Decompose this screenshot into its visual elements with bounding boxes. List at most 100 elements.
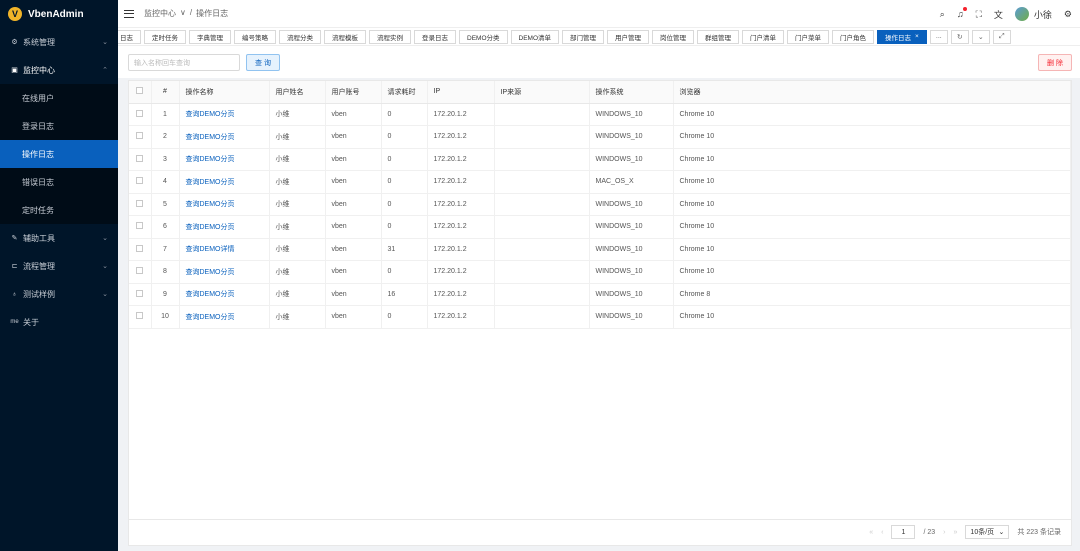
user-dropdown[interactable]: 小徐 <box>1014 7 1052 21</box>
tab-portal-roles[interactable]: 门户角色 <box>832 29 874 44</box>
tab-flow-template[interactable]: 流程模板 <box>324 29 366 44</box>
expand-icon[interactable]: ⤢ <box>992 29 1011 44</box>
tab-login-log[interactable]: 登录日志 <box>414 29 456 44</box>
table-row[interactable]: 6 查询DEMO分页 小维 vben 0 172.20.1.2 WINDOWS_10 Chro… <box>129 215 1071 239</box>
user-name-cell: 小维 <box>269 305 326 329</box>
tab-portal-list[interactable]: 门户清单 <box>742 29 784 44</box>
table-row[interactable]: 3 查询DEMO分页 小维 vben 0 172.20.1.2 WINDOWS_10 Chro… <box>129 148 1071 171</box>
sidebar-item-label: 系统管理 <box>23 37 55 47</box>
row-checkbox[interactable] <box>129 305 152 329</box>
row-checkbox[interactable] <box>129 193 152 216</box>
table-row[interactable]: 5 查询DEMO分页 小维 vben 0 172.20.1.2 WINDOWS_10 Chro… <box>129 193 1071 216</box>
app-logo[interactable]: V VbenAdmin <box>0 0 118 28</box>
row-checkbox[interactable] <box>129 103 152 126</box>
page-size-select[interactable]: 10条/页 ⌄ <box>965 525 1010 539</box>
breadcrumb-item[interactable]: 监控中心 <box>144 8 176 19</box>
user-account-cell: vben <box>325 238 382 261</box>
chevron-down-icon[interactable]: ⌄ <box>971 29 990 44</box>
table-row[interactable]: 4 查询DEMO分页 小维 vben 0 172.20.1.2 MAC_OS_X Chrome… <box>129 170 1071 194</box>
row-checkbox[interactable] <box>129 238 152 261</box>
breadcrumb-current: 操作日志 <box>196 9 229 18</box>
row-checkbox[interactable] <box>129 125 152 149</box>
settings-icon[interactable]: ⚙ <box>1064 9 1072 20</box>
bell-icon[interactable]: ♫ <box>957 7 967 19</box>
tab-positions[interactable]: 岗位管理 <box>652 29 694 44</box>
menu-fold-icon[interactable] <box>124 9 134 18</box>
table-row[interactable]: 8 查询DEMO分页 小维 vben 0 172.20.1.2 WINDOWS_10 Chro… <box>129 260 1071 284</box>
row-checkbox[interactable] <box>129 170 152 194</box>
tab-portal-menu[interactable]: 门户菜单 <box>787 29 829 44</box>
sidebar-item-tools[interactable]: ✎ 辅助工具 ⌄ <box>0 224 118 252</box>
delete-button[interactable]: 删 除 <box>1038 54 1072 71</box>
table-row[interactable]: 2 查询DEMO分页 小维 vben 0 172.20.1.2 WINDOWS_10 Chro… <box>129 125 1071 149</box>
ip-source-cell <box>494 260 590 284</box>
tab-department[interactable]: 部门管理 <box>562 29 604 44</box>
refresh-icon[interactable]: ↻ <box>950 29 969 44</box>
sidebar-item-system[interactable]: ⚙ 系统管理 ⌄ <box>0 28 118 56</box>
tab-users[interactable]: 用户管理 <box>607 29 649 44</box>
tab-demo-category[interactable]: DEMO分类 <box>459 29 508 44</box>
operation-name-cell[interactable]: 查询DEMO分页 <box>179 125 270 149</box>
table-row[interactable]: 9 查询DEMO分页 小维 vben 16 172.20.1.2 WINDOWS_10 Chr… <box>129 283 1071 306</box>
table-row[interactable]: 10 查询DEMO分页 小维 vben 0 172.20.1.2 WINDOWS_10 Chr… <box>129 305 1071 329</box>
operation-name-cell[interactable]: 查询DEMO分页 <box>179 170 270 194</box>
prev-page-icon[interactable]: ‹ <box>881 529 883 536</box>
tab-flow-instance[interactable]: 流程实例 <box>369 29 411 44</box>
tab-more-button[interactable]: ... <box>929 29 948 44</box>
operation-name-cell[interactable]: 查询DEMO分页 <box>179 260 270 284</box>
sidebar-item-flow[interactable]: ⊏ 流程管理 ⌄ <box>0 252 118 280</box>
operating-system-cell: MAC_OS_X <box>589 170 674 194</box>
operation-name-cell[interactable]: 查询DEMO分页 <box>179 193 270 216</box>
sidebar-item-online-users[interactable]: 在线用户 <box>0 84 118 112</box>
tab-demo-list[interactable]: DEMO清单 <box>510 29 559 44</box>
tab-dictionary[interactable]: 字典管理 <box>189 29 231 44</box>
operation-name-cell[interactable]: 查询DEMO详情 <box>179 238 270 261</box>
next-page-icon[interactable]: › <box>943 529 945 536</box>
operation-name-cell[interactable]: 查询DEMO分页 <box>179 215 270 239</box>
request-time-cell: 0 <box>381 125 428 149</box>
table-row[interactable]: 1 查询DEMO分页 小维 vben 0 172.20.1.2 WINDOWS_10 Chro… <box>129 103 1071 126</box>
operation-name-cell[interactable]: 查询DEMO分页 <box>179 103 270 126</box>
tab-log[interactable]: 日志 <box>118 29 141 44</box>
last-page-icon[interactable]: » <box>954 529 958 536</box>
tab-numbering[interactable]: 编号策略 <box>234 29 276 44</box>
operation-name-cell[interactable]: 查询DEMO分页 <box>179 283 270 306</box>
sidebar-item-error-log[interactable]: 错误日志 <box>0 168 118 196</box>
request-time-cell: 0 <box>381 260 428 284</box>
fullscreen-icon[interactable]: ⛶ <box>976 9 982 20</box>
page-number-input[interactable]: 1 <box>891 525 916 539</box>
first-page-icon[interactable]: « <box>869 529 873 536</box>
sidebar-item-about[interactable]: me 关于 <box>0 308 118 336</box>
row-index-cell: 1 <box>151 103 180 126</box>
tab-flow-category[interactable]: 流程分类 <box>279 29 321 44</box>
breadcrumb-separator: / <box>189 8 193 17</box>
operation-name-cell[interactable]: 查询DEMO分页 <box>179 148 270 171</box>
operation-name-cell[interactable]: 查询DEMO分页 <box>179 305 270 329</box>
tab-groups[interactable]: 群组管理 <box>697 29 739 44</box>
row-checkbox[interactable] <box>129 260 152 284</box>
search-input[interactable]: 输入名称回车查询 <box>128 54 240 71</box>
tab-scheduled-tasks[interactable]: 定时任务 <box>144 29 186 44</box>
row-checkbox[interactable] <box>129 283 152 306</box>
table-row[interactable]: 7 查询DEMO详情 小维 vben 31 172.20.1.2 WINDOWS_10 Chr… <box>129 238 1071 261</box>
sidebar-item-test[interactable]: ♁ 测试样例 ⌄ <box>0 280 118 308</box>
app-title: VbenAdmin <box>28 8 84 20</box>
column-header: # <box>151 81 180 104</box>
row-checkbox[interactable] <box>129 215 152 239</box>
translate-icon[interactable]: 文 <box>994 8 1003 21</box>
search-icon[interactable]: ⌕ <box>940 9 945 20</box>
row-checkbox[interactable] <box>129 148 152 171</box>
sidebar-item-operation-log[interactable]: 操作日志 <box>0 140 118 168</box>
row-index-cell: 5 <box>151 193 180 216</box>
user-account-cell: vben <box>325 148 382 171</box>
browser-cell: Chrome 10 <box>673 238 1071 261</box>
sidebar-item-scheduled-tasks[interactable]: 定时任务 <box>0 196 118 224</box>
sidebar-item-monitor[interactable]: ▣ 监控中心 ⌃ <box>0 56 118 84</box>
browser-cell: Chrome 10 <box>673 148 1071 171</box>
close-icon[interactable]: × <box>915 33 919 40</box>
browser-cell: Chrome 10 <box>673 103 1071 126</box>
sidebar-item-login-log[interactable]: 登录日志 <box>0 112 118 140</box>
select-all-checkbox[interactable] <box>129 81 152 104</box>
tab-operation-log[interactable]: 操作日志 × <box>877 29 927 44</box>
query-button[interactable]: 查 询 <box>246 54 280 71</box>
